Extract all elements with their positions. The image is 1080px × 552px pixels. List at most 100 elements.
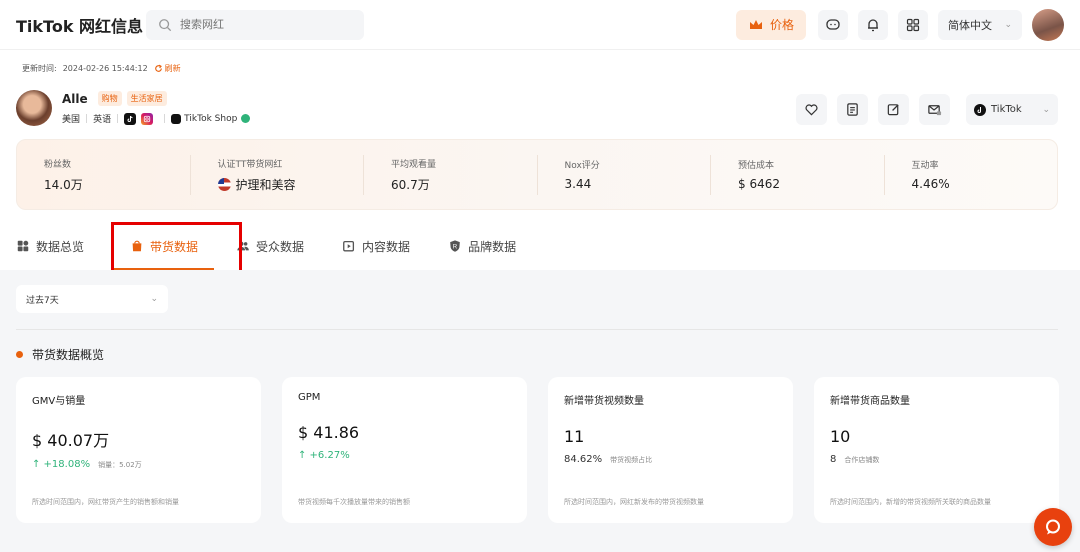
content-icon [343, 240, 355, 252]
stat-est-cost: 预估成本 $ 6462 [710, 154, 884, 195]
tab-label: 品牌数据 [468, 239, 517, 254]
stat-label: Nox评分 [564, 161, 600, 171]
divider [16, 329, 1058, 330]
dashboard-icon [17, 240, 29, 252]
metric-cards: GMV与销量 $ 40.07万 ↑ +18.08% 销量：5.02万 所选时间范… [16, 377, 1059, 523]
stat-nox-score: Nox评分 3.44 [536, 154, 711, 195]
heart-icon [805, 104, 818, 116]
platform-select[interactable]: TikTok ⌄ [966, 94, 1058, 125]
card-description: 所选时间范围内，网红带货产生的销售额和销量 [32, 498, 179, 506]
language-select[interactable]: 简体中文 ⌄ [938, 9, 1022, 40]
svg-text:R: R [453, 244, 458, 251]
tiktok-icon[interactable] [124, 112, 137, 125]
influencer-name: Alle [62, 91, 88, 106]
chat-icon [826, 18, 840, 30]
category-tag: 购物 [97, 91, 122, 106]
period-select[interactable]: 过去7天 ⌄ [16, 285, 168, 313]
price-button[interactable]: 价格 [735, 9, 806, 40]
metric-card-new-products: 新增带货商品数量 10 8 合作店铺数 所选时间范围内，新增的带货视频所关联的商… [814, 377, 1059, 523]
language-label: 简体中文 [948, 18, 992, 32]
us-flag-icon [217, 177, 231, 191]
chevron-down-icon: ⌄ [1042, 104, 1050, 115]
influencer-profile: Alle 购物 生活家居 美国 | 英语 | | TikTok Shop [16, 90, 251, 126]
edit-icon [887, 104, 899, 116]
crown-icon [749, 19, 762, 29]
card-value: 10 [830, 427, 851, 446]
report-button[interactable] [837, 94, 868, 125]
update-time: 2024-02-26 15:44:12 [62, 64, 148, 73]
mail-lock-icon [928, 105, 942, 116]
stat-label: 互动率 [911, 161, 939, 171]
search-input[interactable] [180, 18, 340, 31]
shield-icon: R [450, 240, 460, 252]
apps-button[interactable] [898, 9, 928, 40]
chevron-down-icon: ⌄ [1004, 19, 1012, 30]
contact-button[interactable] [919, 94, 950, 125]
card-title: 新增带货商品数量 [830, 396, 910, 407]
notification-button[interactable] [858, 9, 888, 40]
stat-value: $ 6462 [738, 177, 780, 191]
card-value: $ 40.07万 [32, 431, 110, 450]
metric-card-new-videos: 新增带货视频数量 11 84.62% 带货视频占比 所选时间范围内，网红新发布的… [548, 377, 793, 523]
stat-label: 预估成本 [738, 161, 775, 171]
tab-content[interactable]: 内容数据 [342, 222, 410, 270]
search-box[interactable] [146, 9, 364, 40]
edit-button[interactable] [878, 94, 909, 125]
stat-followers: 粉丝数 14.0万 [17, 155, 190, 195]
section-dot-icon [16, 351, 23, 358]
period-label: 过去7天 [26, 295, 59, 306]
refresh-icon [154, 64, 162, 72]
tab-overview[interactable]: 数据总览 [16, 222, 84, 270]
instagram-icon[interactable] [141, 112, 154, 125]
top-bar: TikTok 网红信息 价格 简体中文 ⌄ [0, 0, 1080, 50]
tab-audience[interactable]: 受众数据 [236, 222, 304, 270]
stat-avg-views: 平均观看量 60.7万 [363, 154, 537, 195]
stat-value: 3.44 [564, 177, 592, 191]
card-value: 11 [564, 427, 585, 446]
message-button[interactable] [818, 9, 848, 40]
tab-brand[interactable]: R 品牌数据 [448, 222, 516, 270]
section-title: 带货数据概览 [16, 346, 104, 363]
bell-icon [868, 18, 878, 31]
tab-bar: 数据总览 带货数据 受众数据 内容数据 R 品牌数据 [16, 222, 554, 270]
verified-icon [241, 114, 251, 123]
card-description: 所选时间范围内，网红新发布的带货视频数量 [564, 498, 704, 506]
tiktok-shop-badge: TikTok Shop [171, 113, 251, 124]
refresh-button[interactable]: 刷新 [154, 63, 181, 74]
profile-actions: TikTok ⌄ [786, 94, 1058, 125]
tab-label: 内容数据 [362, 239, 411, 254]
support-chat-button[interactable] [1034, 508, 1072, 546]
metric-card-gmv: GMV与销量 $ 40.07万 ↑ +18.08% 销量：5.02万 所选时间范… [16, 377, 261, 523]
favorite-button[interactable] [796, 94, 827, 125]
section-title-label: 带货数据概览 [32, 348, 105, 362]
search-icon [159, 18, 172, 31]
stat-label: 粉丝数 [44, 159, 72, 170]
category-tag: 生活家居 [126, 91, 167, 106]
tiktok-icon [974, 103, 986, 116]
card-sub-value: 84.62% [564, 454, 603, 465]
card-title: GPM [298, 392, 321, 403]
card-note: 销量：5.02万 [98, 460, 142, 469]
user-avatar[interactable] [1032, 8, 1064, 41]
stat-category: 认证TT带货网红 护理和美容 [189, 154, 364, 195]
language-label: 英语 [93, 115, 112, 125]
influencer-avatar [16, 90, 52, 126]
stat-value: 14.0万 [44, 177, 83, 192]
stat-label: 认证TT带货网红 [217, 159, 283, 170]
tab-label: 受众数据 [256, 239, 305, 254]
tab-label: 数据总览 [36, 239, 85, 254]
card-description: 所选时间范围内，新增的带货视频所关联的商品数量 [830, 498, 991, 506]
refresh-label: 刷新 [164, 64, 181, 73]
chevron-down-icon: ⌄ [150, 294, 158, 304]
chat-bubble-icon [1046, 519, 1060, 535]
stat-engagement: 互动率 4.46% [883, 154, 1058, 195]
country-label: 美国 [62, 115, 81, 125]
page-title: TikTok 网红信息 [16, 16, 144, 36]
stat-value: 护理和美容 [235, 177, 296, 192]
shop-label: TikTok Shop [184, 113, 238, 124]
shop-bag-icon [171, 113, 182, 124]
stat-value: 4.46% [911, 177, 950, 191]
card-change: ↑ +18.08% [32, 459, 91, 470]
card-note: 带货视频占比 [610, 455, 653, 464]
update-info: 更新时间: 2024-02-26 15:44:12 刷新 [22, 63, 181, 74]
